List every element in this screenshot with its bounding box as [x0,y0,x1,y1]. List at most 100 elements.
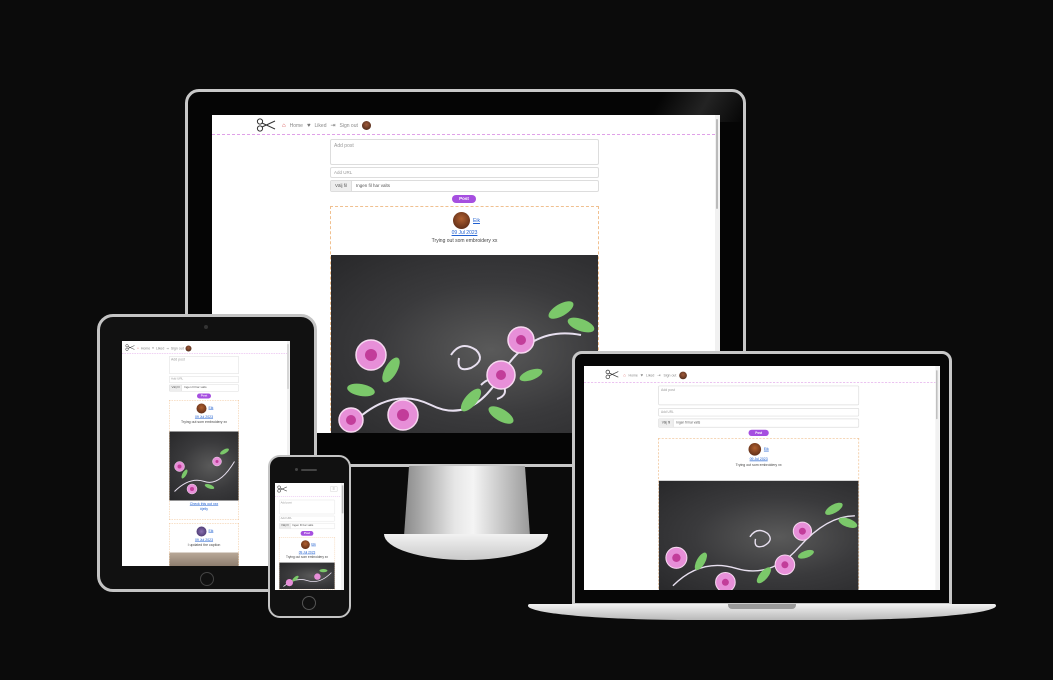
post-caption: Trying out som embroidery xx [181,420,227,425]
post-date[interactable]: 09 Jul 2023 [170,539,239,543]
heart-icon: ♥ [640,373,644,378]
add-post-textarea[interactable]: Add post [658,385,860,406]
scissors-logo-icon[interactable] [125,344,135,351]
file-status: Ingen fil har valts [184,386,207,389]
add-post-placeholder: Add post [661,388,675,393]
scissors-logo-icon[interactable] [256,118,276,132]
nav-home-link[interactable]: Home [629,373,638,377]
embroidery-photo[interactable] [279,562,335,589]
file-status: Ingen fil har valts [356,183,391,188]
phone-screen: ≡ Add post Add URL Välj fil Ingen fil har… [275,483,344,590]
choose-file-button[interactable]: Välj fil [279,523,291,529]
site-tablet: ⌂ Home ♥ Liked ⇥ Sign out Add post Add URL … [122,341,290,566]
nav-liked-link[interactable]: Liked [315,123,327,129]
sign-out-icon: ⇥ [166,347,169,351]
choose-file-button[interactable]: Välj fil [331,181,353,191]
post-date[interactable]: 09 Jul 2023 [279,551,334,555]
file-input[interactable]: Välj fil Ingen fil har valts [169,384,239,392]
embroidery-photo[interactable] [658,480,859,590]
heart-icon: ♥ [306,122,311,129]
add-url-placeholder: Add URL [171,377,184,381]
post-button[interactable]: Post [197,393,211,399]
post-card: Eik 09 Jul 2023 Trying out som embroider… [279,537,335,590]
tablet-camera [204,325,208,329]
post-username[interactable]: Eik [311,543,315,547]
post-button[interactable]: Post [452,195,476,203]
post-avatar[interactable] [748,443,762,456]
post-avatar[interactable] [301,540,310,549]
add-post-textarea[interactable]: Add post [279,499,335,515]
post-card: Eik 09 Jul 2023 Trying out som embroider… [330,206,599,433]
add-url-placeholder: Add URL [280,517,292,520]
navbar: ⌂ Home ♥ Liked ⇥ Sign out [584,366,940,383]
post-avatar[interactable] [196,526,207,537]
desktop-stand [404,466,530,536]
post-button[interactable]: Post [300,531,314,536]
post-date[interactable]: 09 Jul 2023 [331,230,598,236]
add-post-placeholder: Add post [334,143,354,149]
nav-liked-link[interactable]: Liked [646,373,654,377]
post-username[interactable]: Eik [209,530,214,534]
desktop-stand-base [384,534,548,560]
post-username[interactable]: Eik [764,447,769,451]
nav-signout-link[interactable]: Sign out [340,123,358,129]
second-post-card: Eik 09 Jul 2023 I updated the caption [169,523,239,566]
hamburger-menu-icon[interactable]: ≡ [330,486,338,492]
add-url-input[interactable]: Add URL [330,167,599,178]
site-laptop: ⌂ Home ♥ Liked ⇥ Sign out Add post Add URL … [584,366,940,590]
nav-home-link[interactable]: Home [141,347,150,351]
user-avatar[interactable] [185,345,192,352]
post-caption: Trying out som embroidery xx [431,238,498,244]
nav-liked-link[interactable]: Liked [156,347,164,351]
page-scrollbar[interactable] [341,483,344,590]
post-avatar[interactable] [196,403,207,414]
phone-camera [295,468,298,471]
sign-out-icon: ⇥ [657,373,661,378]
tablet-home-button[interactable] [200,572,214,586]
user-avatar[interactable] [361,121,371,130]
add-post-placeholder: Add post [280,501,292,505]
add-post-textarea[interactable]: Add post [330,139,599,165]
user-avatar[interactable] [679,371,687,380]
navbar: ⌂ Home ♥ Liked ⇥ Sign out [122,341,290,354]
embroidery-photo[interactable] [331,255,598,433]
file-input[interactable]: Välj fil Ingen fil har valts [330,180,599,192]
choose-file-button[interactable]: Välj fil [169,385,183,391]
embroidery-photo[interactable] [169,431,239,501]
second-post-photo[interactable] [169,552,239,566]
add-post-placeholder: Add post [171,358,185,362]
add-post-textarea[interactable]: Add post [169,356,239,374]
post-link[interactable]: Check this out xxx [170,503,239,507]
post-avatar[interactable] [453,212,470,229]
post-username[interactable]: Eik [209,407,214,411]
page-scrollbar[interactable] [935,366,940,590]
nav-home-link[interactable]: Home [290,123,303,129]
nav-signout-link[interactable]: Sign out [171,347,184,351]
post-date[interactable]: 09 Jul 2023 [170,416,239,420]
add-url-placeholder: Add URL [334,170,353,175]
choose-file-button[interactable]: Välj fil [658,419,674,427]
feed-column: Add post Add URL Välj fil Ingen fil har v… [279,499,335,590]
sign-out-icon: ⇥ [330,123,336,129]
feed-column: Add post Add URL Välj fil Ingen fil har v… [658,385,860,590]
post-button[interactable]: Post [748,429,769,436]
laptop-screen: ⌂ Home ♥ Liked ⇥ Sign out Add post Add URL … [584,366,940,590]
post-username[interactable]: Eik [473,218,480,224]
file-status: Ingen fil har valts [676,420,701,425]
scissors-logo-icon[interactable] [277,485,287,493]
post-card: Eik 09 Jul 2023 Trying out som embroider… [658,438,860,590]
post-caption: Trying out som embroidery xx [735,463,782,468]
file-status: Ingen fil har valts [292,524,314,527]
phone-home-button[interactable] [302,596,316,610]
scissors-logo-icon[interactable] [605,369,619,380]
post-tag: #jelly [200,507,208,512]
nav-signout-link[interactable]: Sign out [663,373,676,377]
file-input[interactable]: Välj fil Ingen fil har valts [658,418,860,428]
add-url-input[interactable]: Add URL [658,408,860,417]
post-date[interactable]: 09 Jul 2023 [659,457,859,461]
add-url-input[interactable]: Add URL [279,515,335,522]
file-input[interactable]: Välj fil Ingen fil har valts [279,523,335,529]
add-url-input[interactable]: Add URL [169,376,239,383]
home-icon: ⌂ [282,122,286,129]
site-phone: ≡ Add post Add URL Välj fil Ingen fil har… [275,483,344,590]
